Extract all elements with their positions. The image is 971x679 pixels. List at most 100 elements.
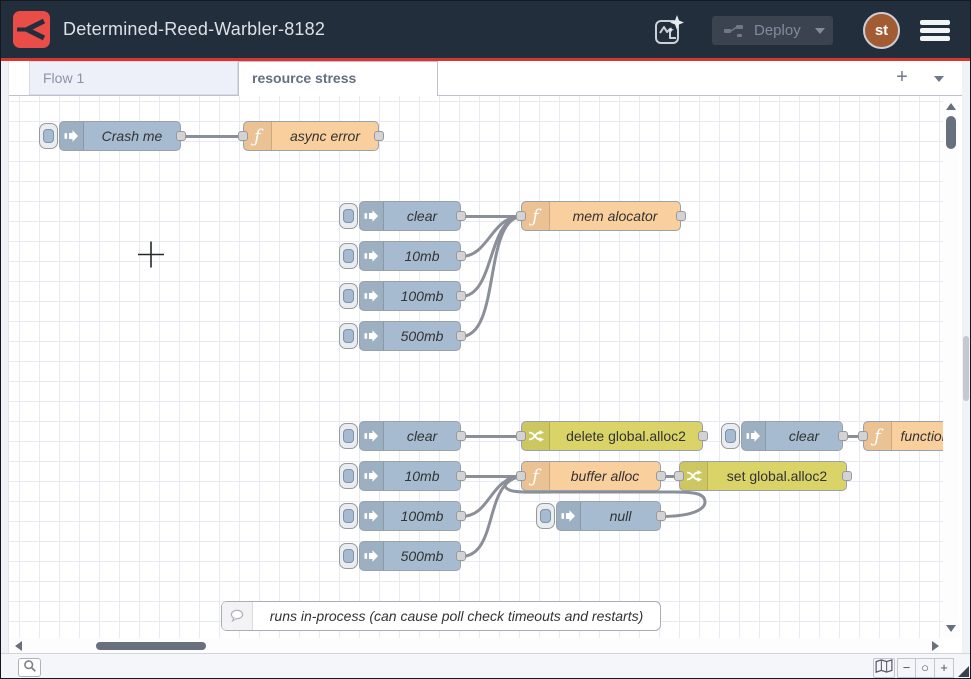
- port-out[interactable]: [456, 511, 466, 521]
- node-10mb-alloc[interactable]: 10mb: [359, 461, 461, 491]
- scroll-up-arrow-icon[interactable]: [946, 103, 956, 110]
- flow-list-caret-icon[interactable]: [934, 76, 944, 82]
- inject-trigger-button[interactable]: [339, 463, 358, 489]
- node-100mb-mem[interactable]: 100mb: [359, 281, 461, 311]
- logo-glyph: [13, 11, 50, 48]
- inject-trigger-inner: [343, 249, 354, 263]
- resize-grip[interactable]: [958, 666, 969, 677]
- port-out[interactable]: [456, 471, 466, 481]
- inject-trigger-button[interactable]: [339, 283, 358, 309]
- node-label: 10mb: [384, 242, 460, 270]
- port-in[interactable]: [516, 431, 526, 441]
- port-out[interactable]: [676, 211, 686, 221]
- wires-layer: [9, 96, 943, 638]
- inject-trigger-button[interactable]: [339, 243, 358, 269]
- inject-arrow-icon: [364, 209, 379, 223]
- inject-arrow-icon: [64, 129, 79, 143]
- port-out[interactable]: [656, 471, 666, 481]
- wire-100mb-to-buffer-alloc[interactable]: [461, 477, 521, 517]
- deploy-caret-icon[interactable]: [815, 28, 825, 34]
- port-out[interactable]: [456, 211, 466, 221]
- node-500mb-alloc[interactable]: 500mb: [359, 541, 461, 571]
- node-buffer-alloc[interactable]: ƒbuffer alloc: [521, 461, 661, 491]
- node-comment[interactable]: runs in-process (can cause poll check ti…: [221, 601, 661, 631]
- port-out[interactable]: [456, 291, 466, 301]
- wire-10mb-to-mem-alocator[interactable]: [461, 217, 521, 257]
- inject-arrow-icon: [746, 429, 761, 443]
- function-icon: ƒ: [532, 206, 539, 227]
- inject-trigger-button[interactable]: [339, 503, 358, 529]
- node-crash-me[interactable]: Crash me: [59, 121, 181, 151]
- port-in[interactable]: [516, 211, 526, 221]
- scroll-right-arrow-icon[interactable]: [932, 641, 939, 651]
- inject-trigger-button[interactable]: [339, 543, 358, 569]
- window-scrollbar[interactable]: [962, 61, 970, 678]
- user-avatar[interactable]: st: [863, 12, 900, 49]
- port-in[interactable]: [858, 431, 868, 441]
- horizontal-scroll-thumb[interactable]: [96, 642, 206, 650]
- node-delete-global-alloc2[interactable]: delete global.alloc2: [521, 421, 703, 451]
- inject-trigger-button[interactable]: [339, 203, 358, 229]
- port-out[interactable]: [176, 131, 186, 141]
- canvas-vertical-scrollbar[interactable]: [943, 96, 959, 638]
- node-async-error[interactable]: ƒasync error: [243, 121, 379, 151]
- port-out[interactable]: [838, 431, 848, 441]
- inject-trigger-button[interactable]: [39, 123, 58, 149]
- node-clear-fn[interactable]: clear: [741, 421, 843, 451]
- inject-trigger-button[interactable]: [339, 423, 358, 449]
- window-scroll-thumb[interactable]: [963, 336, 969, 401]
- node-10mb-mem[interactable]: 10mb: [359, 241, 461, 271]
- port-out[interactable]: [456, 331, 466, 341]
- main-menu-button[interactable]: [920, 20, 950, 41]
- hamburger-bar: [920, 36, 950, 41]
- node-100mb-alloc[interactable]: 100mb: [359, 501, 461, 531]
- port-in[interactable]: [238, 131, 248, 141]
- canvas-horizontal-scrollbar[interactable]: [9, 638, 943, 653]
- tab-resource-stress[interactable]: resource stress: [238, 61, 438, 96]
- navigator-toggle-button[interactable]: [873, 658, 895, 678]
- left-strip: [1, 61, 9, 653]
- vertical-scroll-thumb[interactable]: [946, 116, 956, 149]
- inject-trigger-button[interactable]: [339, 323, 358, 349]
- node-label: 500mb: [384, 542, 460, 570]
- node-label: mem alocator: [550, 202, 680, 230]
- port-out[interactable]: [456, 431, 466, 441]
- node-clear-alloc[interactable]: clear: [359, 421, 461, 451]
- node-set-global-alloc2[interactable]: set global.alloc2: [679, 461, 847, 491]
- port-out[interactable]: [374, 131, 384, 141]
- port-in[interactable]: [674, 471, 684, 481]
- flow-canvas[interactable]: Crash me ƒasync error clear 10mb 100mb 500mb ƒ…: [9, 96, 943, 638]
- inject-trigger-button[interactable]: [721, 423, 740, 449]
- node-mem-alocator[interactable]: ƒ mem alocator: [521, 201, 681, 231]
- zoom-out-button[interactable]: −: [897, 658, 916, 678]
- node-function[interactable]: ƒfunction: [863, 421, 943, 451]
- port-out[interactable]: [656, 511, 666, 521]
- node-label: buffer alloc: [550, 462, 660, 490]
- comment-bubble-icon: [229, 608, 245, 624]
- port-out[interactable]: [456, 551, 466, 561]
- zoom-reset-button[interactable]: ○: [916, 658, 935, 678]
- inject-trigger-inner: [343, 509, 354, 523]
- scroll-down-arrow-icon[interactable]: [946, 625, 956, 632]
- inject-arrow-icon: [364, 329, 379, 343]
- port-out[interactable]: [842, 471, 852, 481]
- port-out[interactable]: [698, 431, 708, 441]
- add-flow-button[interactable]: +: [890, 61, 914, 95]
- inject-trigger-inner: [343, 549, 354, 563]
- scroll-left-arrow-icon[interactable]: [15, 641, 22, 651]
- zoom-in-button[interactable]: +: [935, 658, 954, 678]
- search-button[interactable]: [18, 658, 41, 677]
- node-null-inject[interactable]: null: [556, 501, 661, 531]
- inject-trigger-button[interactable]: [536, 503, 555, 529]
- flowfuse-logo-icon[interactable]: [13, 11, 50, 48]
- inject-trigger-inner: [540, 509, 551, 523]
- deploy-button[interactable]: Deploy: [712, 16, 833, 45]
- inject-arrow-icon: [364, 429, 379, 443]
- ai-assistant-icon[interactable]: [652, 13, 686, 47]
- node-500mb-mem[interactable]: 500mb: [359, 321, 461, 351]
- tab-flow-1[interactable]: Flow 1: [29, 61, 238, 95]
- node-clear-mem[interactable]: clear: [359, 201, 461, 231]
- port-in[interactable]: [516, 471, 526, 481]
- inject-trigger-inner: [343, 289, 354, 303]
- port-out[interactable]: [456, 251, 466, 261]
